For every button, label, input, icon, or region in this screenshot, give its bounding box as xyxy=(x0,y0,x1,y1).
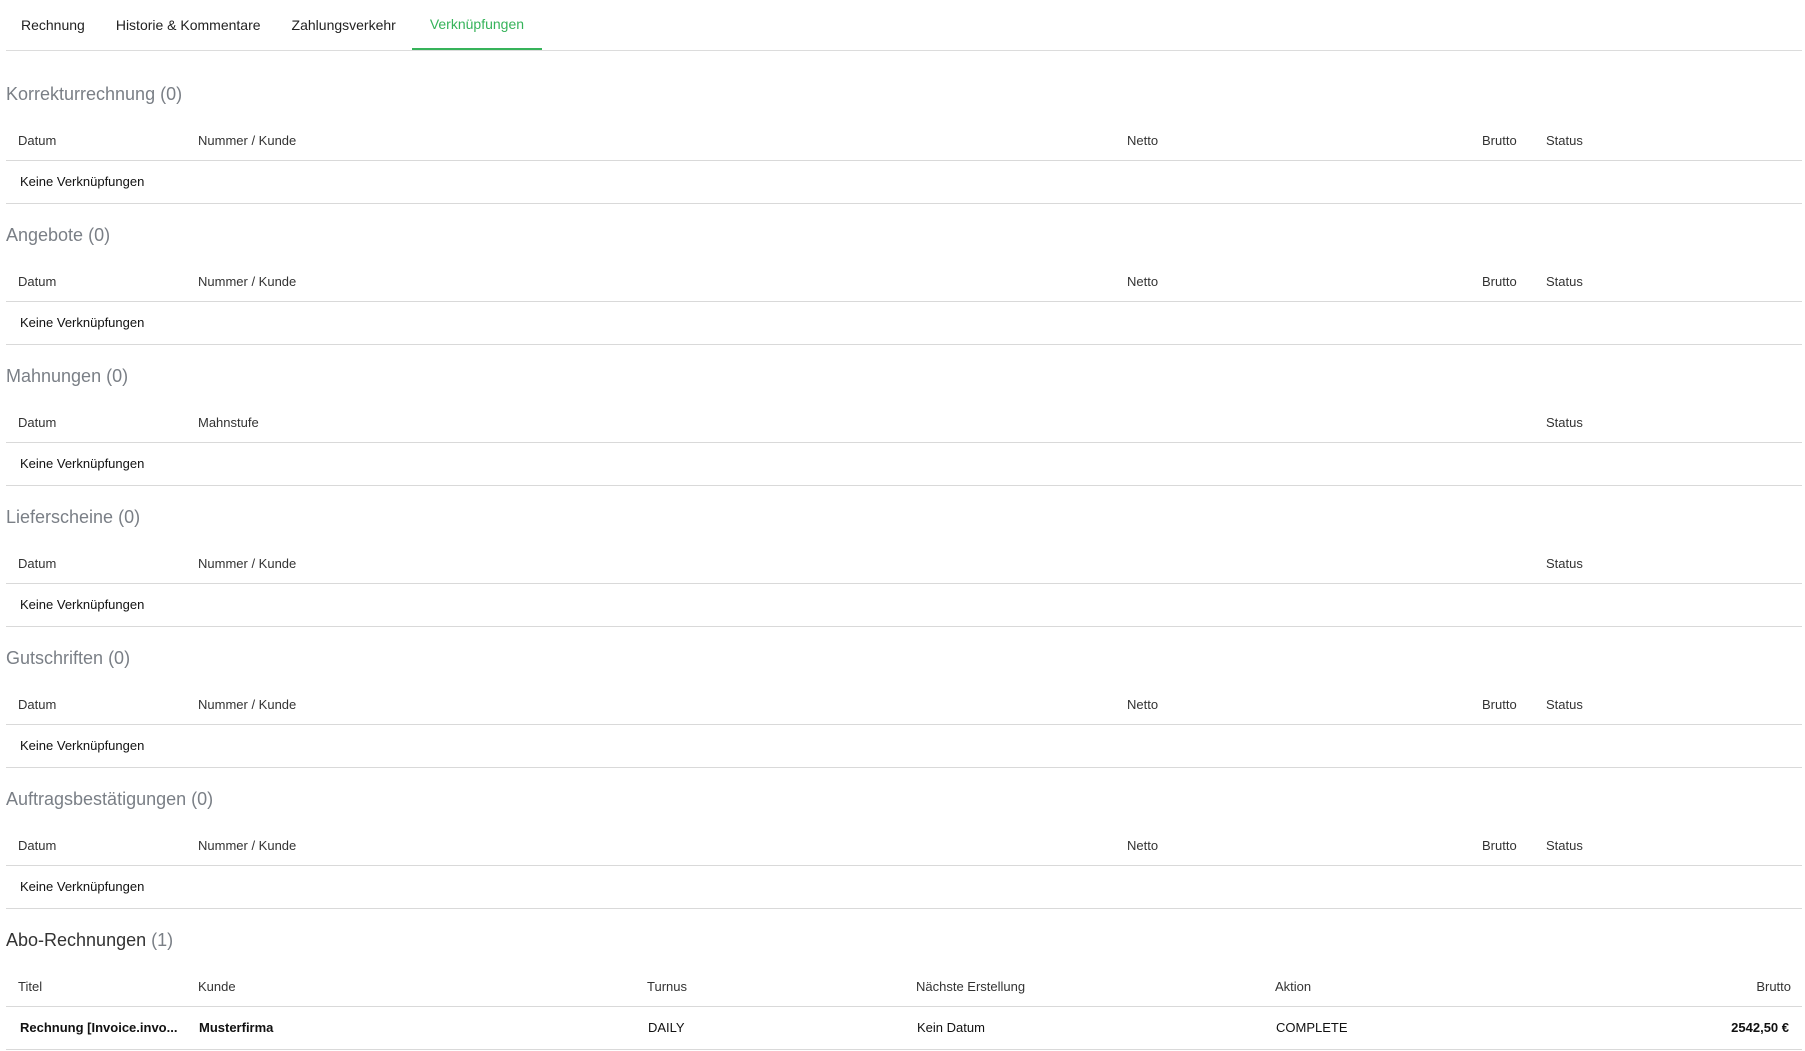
column-header-datum[interactable]: Datum xyxy=(18,556,56,571)
column-header-status[interactable]: Status xyxy=(1546,274,1583,289)
table-header: Datum Mahnstufe Status xyxy=(6,406,1802,443)
section-count: (0) xyxy=(191,789,214,809)
empty-message: Keine Verknüpfungen xyxy=(20,315,145,330)
column-header-datum[interactable]: Datum xyxy=(18,838,56,853)
column-header-netto[interactable]: Netto xyxy=(1127,274,1158,289)
table-row-empty: Keine Verknüpfungen xyxy=(6,584,1802,627)
column-header-datum[interactable]: Datum xyxy=(18,133,56,148)
section-title-text: Lieferscheine xyxy=(6,507,114,527)
column-header-netto[interactable]: Netto xyxy=(1127,697,1158,712)
section-title-text: Angebote xyxy=(6,225,84,245)
section-title-text: Auftragsbestätigungen xyxy=(6,789,187,809)
column-header-status[interactable]: Status xyxy=(1546,697,1583,712)
cell-titel[interactable]: Rechnung [Invoice.invo... xyxy=(20,1020,177,1035)
column-header-netto[interactable]: Netto xyxy=(1127,838,1158,853)
section-count: (0) xyxy=(106,366,129,386)
section-title: Auftragsbestätigungen (0) xyxy=(6,789,213,810)
empty-message: Keine Verknüpfungen xyxy=(20,879,145,894)
section-count: (1) xyxy=(151,930,174,950)
table-header: Titel Kunde Turnus Nächste Erstellung Ak… xyxy=(6,970,1802,1007)
column-header-netto[interactable]: Netto xyxy=(1127,133,1158,148)
section-abo-rechnungen: Abo-Rechnungen (1) Titel Kunde Turnus Nä… xyxy=(6,930,1802,1050)
column-header-status[interactable]: Status xyxy=(1546,133,1583,148)
section-title: Angebote (0) xyxy=(6,225,110,246)
section-title-text: Korrekturrechnung xyxy=(6,84,156,104)
column-header-nummer-kunde[interactable]: Nummer / Kunde xyxy=(198,556,296,571)
column-header-naechste-erstellung[interactable]: Nächste Erstellung xyxy=(916,979,1025,994)
table-header: Datum Nummer / Kunde Status xyxy=(6,547,1802,584)
tab-verknuepfungen[interactable]: Verknüpfungen xyxy=(411,0,543,50)
empty-message: Keine Verknüpfungen xyxy=(20,456,145,471)
column-header-brutto[interactable]: Brutto xyxy=(1482,133,1517,148)
section-korrekturrechnung: Korrekturrechnung (0) Datum Nummer / Kun… xyxy=(6,84,1802,204)
section-lieferscheine: Lieferscheine (0) Datum Nummer / Kunde S… xyxy=(6,507,1802,627)
column-header-brutto[interactable]: Brutto xyxy=(1482,697,1517,712)
column-header-aktion[interactable]: Aktion xyxy=(1275,979,1311,994)
section-title: Lieferscheine (0) xyxy=(6,507,140,528)
section-title: Mahnungen (0) xyxy=(6,366,128,387)
column-header-status[interactable]: Status xyxy=(1546,415,1583,430)
section-count: (0) xyxy=(118,507,141,527)
section-title: Abo-Rechnungen (1) xyxy=(6,930,173,951)
section-count: (0) xyxy=(160,84,183,104)
page: Rechnung Historie & Kommentare Zahlungsv… xyxy=(0,0,1805,1051)
empty-message: Keine Verknüpfungen xyxy=(20,174,145,189)
column-header-status[interactable]: Status xyxy=(1546,556,1583,571)
column-header-nummer-kunde[interactable]: Nummer / Kunde xyxy=(198,838,296,853)
cell-kunde[interactable]: Musterfirma xyxy=(199,1020,273,1035)
section-title-text: Gutschriften xyxy=(6,648,104,668)
section-title-text: Mahnungen xyxy=(6,366,102,386)
section-mahnungen: Mahnungen (0) Datum Mahnstufe Status Kei… xyxy=(6,366,1802,486)
column-header-status[interactable]: Status xyxy=(1546,838,1583,853)
table-header: Datum Nummer / Kunde Netto Brutto Status xyxy=(6,829,1802,866)
tab-historie-kommentare[interactable]: Historie & Kommentare xyxy=(101,0,276,50)
column-header-brutto[interactable]: Brutto xyxy=(1482,838,1517,853)
section-count: (0) xyxy=(88,225,111,245)
section-auftragsbestaetigungen: Auftragsbestätigungen (0) Datum Nummer /… xyxy=(6,789,1802,909)
cell-brutto: 2542,50 € xyxy=(1731,1020,1789,1035)
empty-message: Keine Verknüpfungen xyxy=(20,738,145,753)
column-header-brutto[interactable]: Brutto xyxy=(1482,274,1517,289)
cell-turnus: DAILY xyxy=(648,1020,685,1035)
section-title: Gutschriften (0) xyxy=(6,648,130,669)
column-header-brutto[interactable]: Brutto xyxy=(1756,979,1791,994)
column-header-datum[interactable]: Datum xyxy=(18,274,56,289)
section-angebote: Angebote (0) Datum Nummer / Kunde Netto … xyxy=(6,225,1802,345)
tab-bar: Rechnung Historie & Kommentare Zahlungsv… xyxy=(6,0,1802,51)
column-header-titel[interactable]: Titel xyxy=(18,979,42,994)
cell-naechste-erstellung: Kein Datum xyxy=(917,1020,985,1035)
section-title: Korrekturrechnung (0) xyxy=(6,84,182,105)
column-header-nummer-kunde[interactable]: Nummer / Kunde xyxy=(198,274,296,289)
table-row-empty: Keine Verknüpfungen xyxy=(6,161,1802,204)
column-header-nummer-kunde[interactable]: Nummer / Kunde xyxy=(198,697,296,712)
column-header-nummer-kunde[interactable]: Nummer / Kunde xyxy=(198,133,296,148)
column-header-kunde[interactable]: Kunde xyxy=(198,979,236,994)
table-row-empty: Keine Verknüpfungen xyxy=(6,866,1802,909)
table-header: Datum Nummer / Kunde Netto Brutto Status xyxy=(6,688,1802,725)
tab-rechnung[interactable]: Rechnung xyxy=(6,0,101,50)
table-row[interactable]: Rechnung [Invoice.invo... Musterfirma DA… xyxy=(6,1007,1802,1050)
column-header-turnus[interactable]: Turnus xyxy=(647,979,687,994)
column-header-datum[interactable]: Datum xyxy=(18,415,56,430)
section-gutschriften: Gutschriften (0) Datum Nummer / Kunde Ne… xyxy=(6,648,1802,768)
section-title-text: Abo-Rechnungen xyxy=(6,930,147,950)
table-header: Datum Nummer / Kunde Netto Brutto Status xyxy=(6,265,1802,302)
table-row-empty: Keine Verknüpfungen xyxy=(6,302,1802,345)
tab-zahlungsverkehr[interactable]: Zahlungsverkehr xyxy=(276,0,412,50)
column-header-datum[interactable]: Datum xyxy=(18,697,56,712)
table-header: Datum Nummer / Kunde Netto Brutto Status xyxy=(6,124,1802,161)
cell-aktion: COMPLETE xyxy=(1276,1020,1348,1035)
table-row-empty: Keine Verknüpfungen xyxy=(6,443,1802,486)
column-header-mahnstufe[interactable]: Mahnstufe xyxy=(198,415,259,430)
section-count: (0) xyxy=(108,648,131,668)
empty-message: Keine Verknüpfungen xyxy=(20,597,145,612)
table-row-empty: Keine Verknüpfungen xyxy=(6,725,1802,768)
